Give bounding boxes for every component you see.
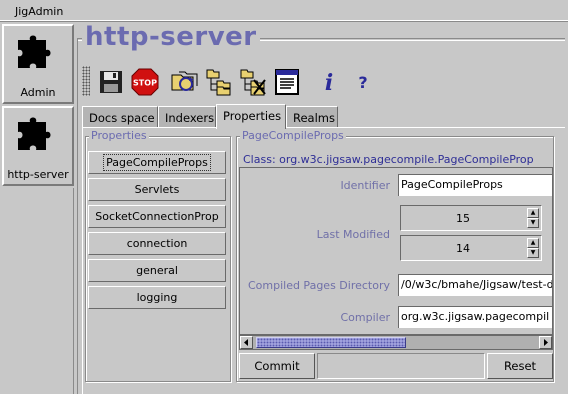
- property-label: PageCompileProps: [103, 154, 211, 171]
- scroll-thumb[interactable]: [256, 337, 406, 348]
- attribute-form: Identifier PageCompileProps Last Modifie…: [239, 167, 553, 335]
- properties-group: Properties PageCompileProps Servlets Soc…: [85, 129, 231, 382]
- sidebar-empty-area: [2, 188, 74, 394]
- last-modified-spinner-b[interactable]: 14 ▲ ▼: [400, 235, 542, 261]
- spinner-up-icon[interactable]: ▲: [527, 238, 539, 248]
- properties-group-title: Properties: [89, 129, 149, 142]
- menu-jigadmin[interactable]: JigAdmin: [15, 5, 63, 18]
- tab-docs-space[interactable]: Docs space: [82, 106, 158, 128]
- info-icon: i: [325, 70, 333, 95]
- scroll-right-icon[interactable]: [539, 336, 552, 349]
- folder-tree-delete-icon: [240, 69, 266, 96]
- stop-sign-icon: STOP: [131, 68, 159, 96]
- document-button[interactable]: [272, 67, 302, 97]
- add-folder-button[interactable]: [204, 67, 234, 97]
- compiled-dir-label: Compiled Pages Directory: [247, 279, 390, 292]
- stop-button[interactable]: STOP: [130, 67, 160, 97]
- puzzle-icon: [18, 117, 51, 150]
- delete-folder-button[interactable]: [238, 67, 268, 97]
- property-general-button[interactable]: general: [88, 259, 226, 282]
- last-modified-spinner-a[interactable]: 15 ▲ ▼: [400, 205, 542, 231]
- info-button[interactable]: i: [314, 67, 344, 97]
- save-button[interactable]: [96, 67, 126, 97]
- class-name-line: Class: org.w3c.jigsaw.pagecompile.PageCo…: [243, 153, 534, 166]
- spinner-value: 15: [456, 212, 470, 225]
- spinner-down-icon[interactable]: ▼: [527, 218, 539, 228]
- compiler-label: Compiler: [340, 311, 390, 324]
- tab-properties[interactable]: Properties: [216, 104, 286, 129]
- property-socketconnectionprop-button[interactable]: SocketConnectionProp: [88, 205, 226, 228]
- commit-button[interactable]: Commit: [239, 353, 315, 379]
- sidebar-item-label: Admin: [20, 86, 56, 99]
- svg-text:i: i: [325, 70, 333, 95]
- editor-group-title: PageCompileProps: [240, 129, 346, 142]
- identifier-field[interactable]: PageCompileProps: [398, 174, 552, 196]
- property-servlets-button[interactable]: Servlets: [88, 178, 226, 201]
- tab-realms[interactable]: Realms: [286, 106, 338, 128]
- sidebar-item-label: http-server: [7, 168, 69, 181]
- compiler-field[interactable]: org.w3c.jigsaw.pagecompil: [398, 306, 552, 328]
- compiled-dir-field[interactable]: /0/w3c/bmahe/Jigsaw/test-d: [398, 274, 552, 296]
- spinner-value: 14: [456, 242, 470, 255]
- document-list-icon: [275, 69, 299, 95]
- scroll-left-icon[interactable]: [240, 336, 253, 349]
- toolbar: STOP i ?: [82, 64, 382, 100]
- svg-text:STOP: STOP: [133, 79, 157, 88]
- reload-button[interactable]: [170, 67, 200, 97]
- puzzle-icon: [18, 35, 51, 68]
- toolbar-grip[interactable]: [82, 66, 90, 96]
- help-icon: ?: [358, 73, 367, 92]
- sidebar: Admin http-server: [2, 24, 74, 394]
- property-logging-button[interactable]: logging: [88, 286, 226, 309]
- horizontal-scrollbar[interactable]: [239, 335, 553, 350]
- tab-indexers[interactable]: Indexers: [158, 106, 216, 128]
- floppy-disk-icon: [100, 71, 122, 93]
- last-modified-label: Last Modified: [316, 228, 390, 241]
- menu-bar-edge: [0, 20, 568, 21]
- identifier-label: Identifier: [340, 179, 390, 192]
- folder-tree-add-icon: [206, 69, 231, 96]
- folder-reload-icon: [171, 71, 198, 91]
- reset-button[interactable]: Reset: [487, 353, 553, 379]
- status-field: [317, 353, 485, 379]
- property-connection-button[interactable]: connection: [88, 232, 226, 255]
- editor-group: PageCompileProps Class: org.w3c.jigsaw.p…: [236, 129, 554, 382]
- property-pagecompileprops-button[interactable]: PageCompileProps: [88, 151, 226, 174]
- svg-text:?: ?: [358, 73, 367, 92]
- sidebar-item-http-server[interactable]: http-server: [2, 106, 74, 186]
- spinner-up-icon[interactable]: ▲: [527, 208, 539, 218]
- page-title: http-server: [82, 22, 260, 52]
- sidebar-item-admin[interactable]: Admin: [2, 24, 74, 104]
- menu-bar: JigAdmin: [0, 0, 568, 22]
- spinner-down-icon[interactable]: ▼: [527, 248, 539, 258]
- help-button[interactable]: ?: [348, 67, 378, 97]
